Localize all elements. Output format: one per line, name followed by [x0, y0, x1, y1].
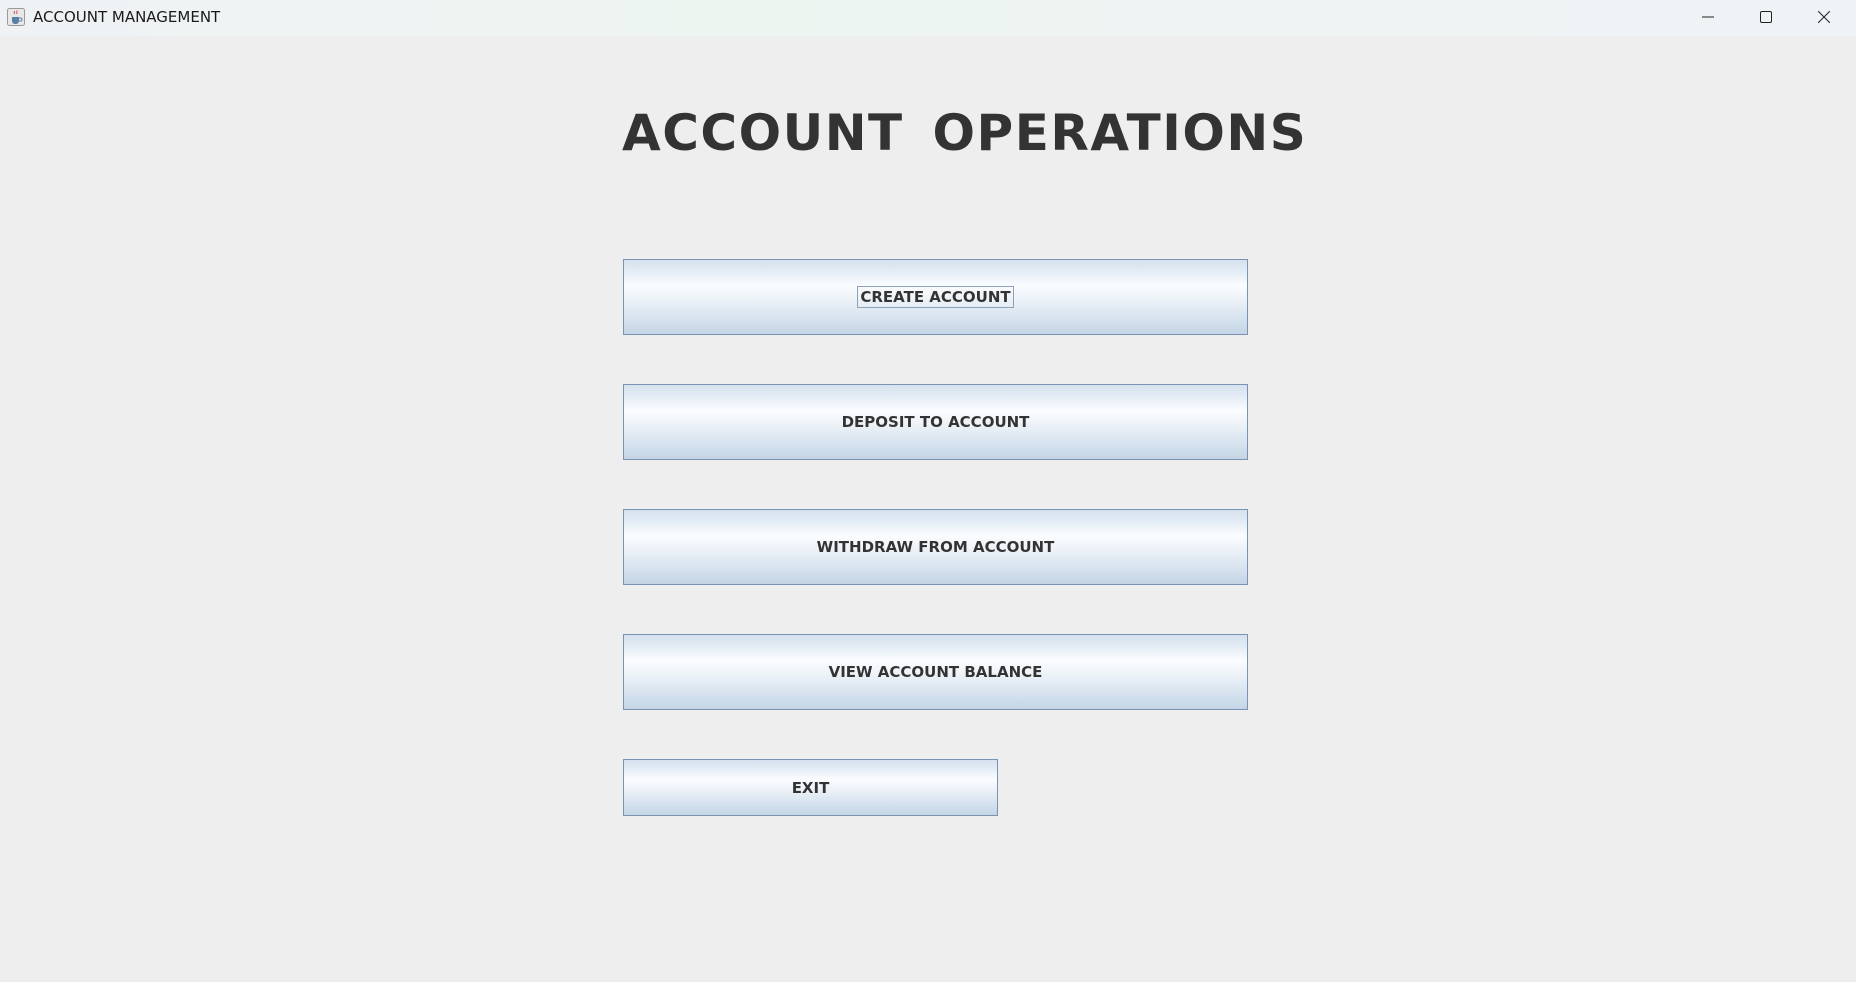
exit-button[interactable]: EXIT: [623, 759, 998, 816]
window-title: ACCOUNT MANAGEMENT: [33, 8, 221, 26]
close-icon: [1818, 11, 1830, 23]
exit-label: EXIT: [791, 778, 830, 797]
minimize-icon: [1702, 11, 1714, 23]
view-account-balance-label: VIEW ACCOUNT BALANCE: [828, 663, 1043, 681]
window-titlebar[interactable]: ACCOUNT MANAGEMENT: [0, 0, 1856, 36]
page-title: ACCOUNT OPERATIONS: [622, 104, 1308, 162]
create-account-button[interactable]: CREATE ACCOUNT: [623, 259, 1248, 335]
main-panel: ACCOUNT OPERATIONS CREATE ACCOUNT DEPOSI…: [0, 36, 1856, 982]
withdraw-from-account-button[interactable]: WITHDRAW FROM ACCOUNT: [623, 509, 1248, 585]
maximize-icon: [1760, 11, 1772, 23]
close-button[interactable]: [1795, 0, 1853, 34]
java-cup-icon[interactable]: [7, 8, 25, 26]
create-account-label: CREATE ACCOUNT: [857, 286, 1014, 308]
withdraw-from-account-label: WITHDRAW FROM ACCOUNT: [816, 538, 1055, 556]
maximize-button[interactable]: [1737, 0, 1795, 34]
deposit-to-account-label: DEPOSIT TO ACCOUNT: [841, 413, 1030, 431]
minimize-button[interactable]: [1679, 0, 1737, 34]
view-account-balance-button[interactable]: VIEW ACCOUNT BALANCE: [623, 634, 1248, 710]
deposit-to-account-button[interactable]: DEPOSIT TO ACCOUNT: [623, 384, 1248, 460]
